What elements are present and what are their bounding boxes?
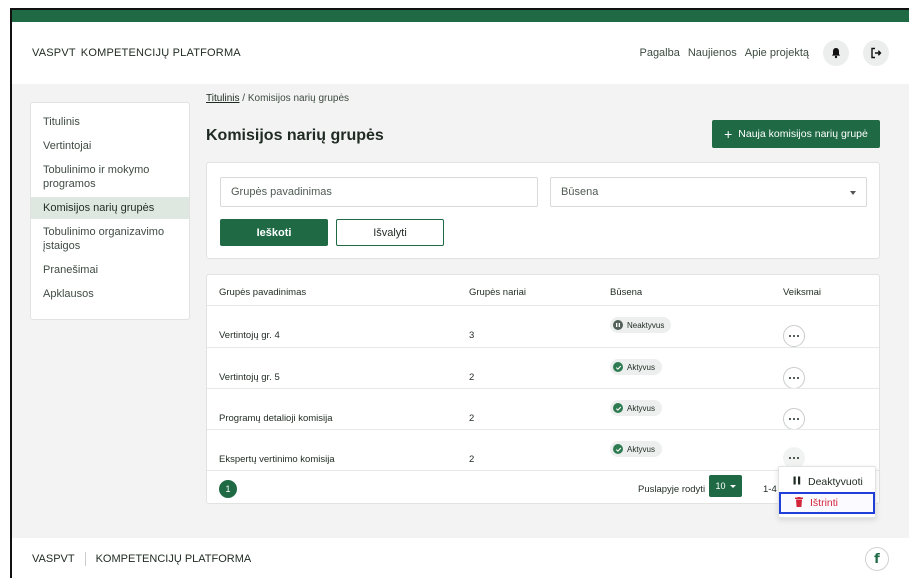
trash-icon [795, 496, 803, 510]
nav-news[interactable]: Naujienos [688, 47, 737, 59]
cell-group-name: Vertintojų gr. 4 [219, 330, 280, 341]
sidebar-item-commission-groups[interactable]: Komisijos narių grupės [31, 197, 189, 219]
row-divider [207, 347, 879, 348]
delete-menu-item[interactable]: Ištrinti [779, 492, 875, 514]
breadcrumb: Titulinis / Komisijos narių grupės [206, 93, 349, 104]
brand-short: VASPVT [32, 47, 76, 59]
status-select[interactable]: Būsena [550, 177, 867, 207]
row-actions-button[interactable] [783, 408, 805, 430]
deactivate-menu-item[interactable]: Deaktyvuoti [779, 471, 875, 493]
pause-icon [613, 320, 623, 330]
brand-long: KOMPETENCIJŲ PLATFORMA [80, 47, 241, 59]
sidebar-item-evaluators[interactable]: Vertintojai [31, 135, 189, 157]
status-label: Neaktyvus [627, 320, 665, 330]
sidebar-item-institutions[interactable]: Tobulinimo organizavimo įstaigos [31, 221, 189, 257]
row-divider [207, 305, 879, 306]
footer-divider [84, 552, 86, 566]
status-select-placeholder: Būsena [561, 186, 599, 198]
per-page-label: Puslapyje rodyti [638, 484, 706, 495]
brand-logo[interactable]: VASPVT KOMPETENCIJŲ PLATFORMA [32, 47, 241, 59]
footer-brand-long: KOMPETENCIJŲ PLATFORMA [95, 553, 252, 565]
top-accent-bar [12, 10, 909, 22]
row-actions-button[interactable] [783, 325, 805, 347]
pagination-range: 1-4 [763, 484, 777, 495]
status-badge: Aktyvus [610, 359, 663, 375]
nav-about[interactable]: Apie projektą [745, 47, 809, 59]
status-badge: Aktyvus [610, 441, 663, 457]
row-actions-button[interactable] [783, 367, 805, 389]
cell-members: 2 [469, 454, 475, 465]
check-icon [613, 444, 623, 454]
cell-group-name: Vertintojų gr. 5 [219, 372, 280, 383]
row-divider [207, 388, 879, 389]
app-window: VASPVT KOMPETENCIJŲ PLATFORMA Pagalba Na… [10, 8, 909, 578]
clear-button[interactable]: Išvalyti [336, 219, 444, 246]
cell-members: 2 [469, 372, 475, 383]
chevron-down-icon [850, 191, 856, 195]
per-page-value: 10 [715, 481, 726, 491]
check-icon [613, 362, 623, 372]
row-divider [207, 429, 879, 430]
deactivate-label: Deaktyvuoti [808, 476, 863, 488]
sidebar-item-surveys[interactable]: Apklausos [31, 283, 189, 305]
cell-members: 3 [469, 330, 475, 341]
sidebar-item-notifications[interactable]: Pranešimai [31, 259, 189, 281]
breadcrumb-separator: / [239, 93, 248, 104]
search-button[interactable]: Ieškoti [220, 219, 328, 246]
status-badge: Aktyvus [610, 400, 663, 416]
filter-panel: Grupės pavadinimas Būsena Ieškoti Išvaly… [206, 162, 880, 259]
page-title: Komisijos narių grupės [206, 127, 384, 144]
add-group-button[interactable]: + Nauja komisijos narių grupė [712, 120, 880, 148]
delete-label: Ištrinti [810, 497, 839, 509]
cell-group-name: Programų detalioji komisija [219, 413, 333, 424]
chevron-down-icon [729, 484, 736, 488]
sidebar: Titulinis Vertintojai Tobulinimo ir moky… [30, 102, 190, 320]
row-actions-menu: Deaktyvuoti Ištrinti [778, 466, 876, 518]
pagination-page-1[interactable]: 1 [219, 480, 237, 498]
footer-brand-short: VASPVT [32, 553, 75, 565]
group-name-input[interactable]: Grupės pavadinimas [220, 177, 538, 207]
facebook-icon[interactable]: f [865, 547, 889, 571]
sidebar-item-programs[interactable]: Tobulinimo ir mokymo programos [31, 159, 189, 195]
header-nav: Pagalba Naujienos Apie projektą [631, 40, 889, 66]
status-badge: Neaktyvus [610, 317, 672, 333]
footer: VASPVT KOMPETENCIJŲ PLATFORMA f [12, 538, 909, 578]
breadcrumb-current: Komisijos narių grupės [247, 93, 350, 104]
column-header-name: Grupės pavadinimas [219, 287, 307, 298]
cell-members: 2 [469, 413, 475, 424]
column-header-actions: Veiksmai [783, 287, 822, 298]
sidebar-item-home[interactable]: Titulinis [31, 111, 189, 133]
column-header-status: Būsena [610, 287, 643, 298]
per-page-select[interactable]: 10 [709, 475, 742, 497]
nav-help[interactable]: Pagalba [639, 47, 679, 59]
plus-icon: + [724, 126, 733, 142]
status-label: Aktyvus [627, 403, 656, 413]
status-label: Aktyvus [627, 362, 656, 372]
cell-group-name: Ekspertų vertinimo komisija [219, 454, 335, 465]
status-label: Aktyvus [627, 444, 656, 454]
check-icon [613, 403, 623, 413]
header: VASPVT KOMPETENCIJŲ PLATFORMA Pagalba Na… [12, 22, 909, 84]
column-header-members: Grupės nariai [469, 287, 527, 298]
breadcrumb-home-link[interactable]: Titulinis [206, 93, 240, 104]
pause-icon [793, 476, 801, 488]
add-group-label: Nauja komisijos narių grupė [738, 128, 868, 140]
logout-icon[interactable] [863, 40, 889, 66]
bell-icon[interactable] [823, 40, 849, 66]
